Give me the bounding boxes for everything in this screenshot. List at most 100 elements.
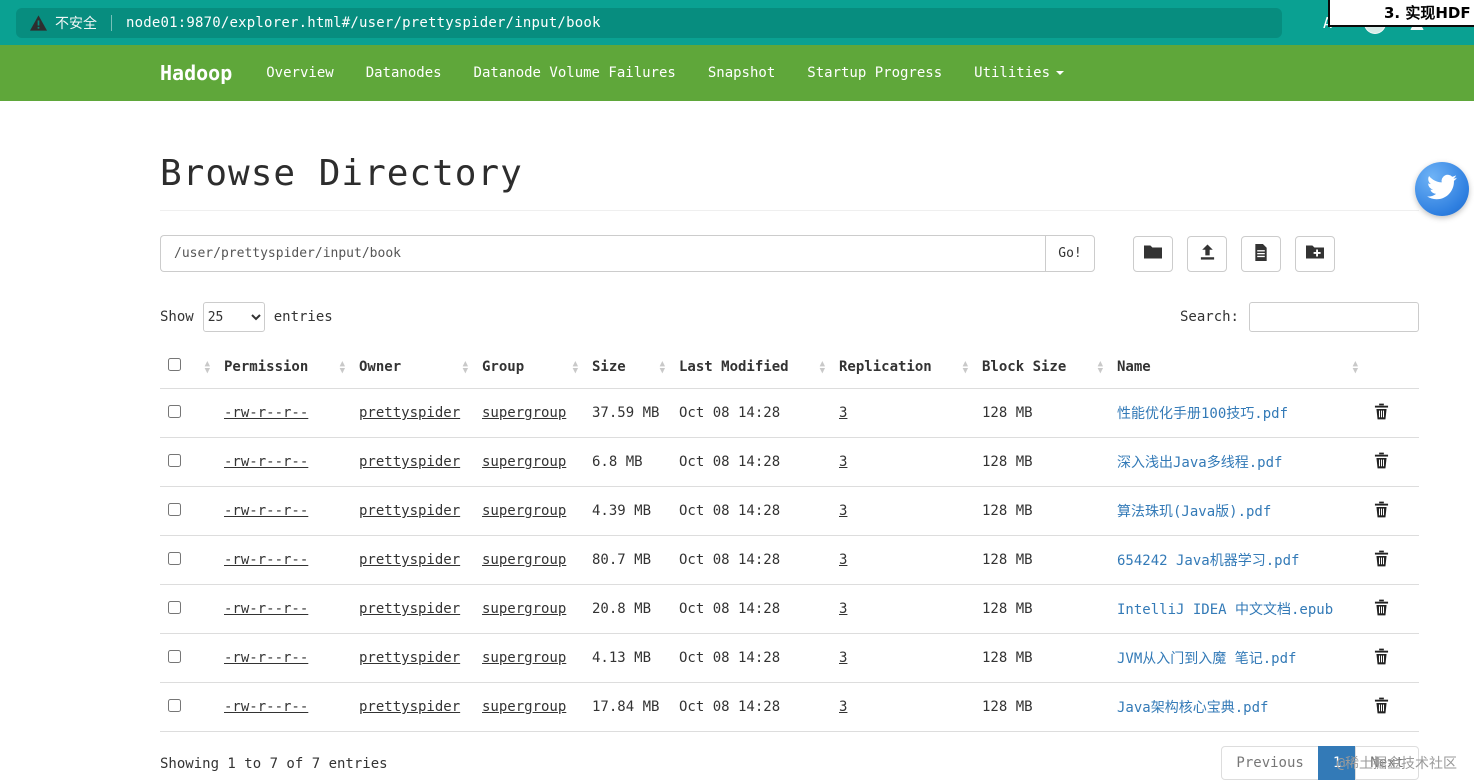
table-row: -rw-r--r-- prettyspider supergroup 6.8 M… [160, 437, 1419, 487]
file-link[interactable]: 性能优化手册100技巧.pdf [1117, 406, 1288, 422]
file-link[interactable]: Java架构核心宝典.pdf [1117, 700, 1268, 716]
group-value[interactable]: supergroup [482, 650, 566, 666]
last-modified-value: Oct 08 14:28 [679, 601, 781, 617]
header-label: Permission [224, 358, 309, 375]
replication-value[interactable]: 3 [839, 650, 847, 666]
replication-value[interactable]: 3 [839, 405, 847, 421]
url-text[interactable]: node01:9870/explorer.html#/user/prettysp… [126, 15, 601, 31]
nav-item-datanode-volume-failures[interactable]: Datanode Volume Failures [458, 65, 692, 81]
size-value: 37.59 MB [592, 405, 660, 421]
group-value[interactable]: supergroup [482, 454, 566, 470]
header-label: Replication [839, 358, 932, 375]
replication-value[interactable]: 3 [839, 699, 847, 715]
group-value[interactable]: supergroup [482, 405, 566, 421]
nav-item-datanodes[interactable]: Datanodes [350, 65, 458, 81]
nav-item-utilities[interactable]: Utilities [958, 65, 1080, 81]
block-size-value: 128 MB [982, 405, 1033, 421]
replication-value[interactable]: 3 [839, 601, 847, 617]
nav-item-snapshot[interactable]: Snapshot [692, 65, 791, 81]
nav-item-overview[interactable]: Overview [250, 65, 349, 81]
file-link[interactable]: IntelliJ IDEA 中文文档.epub [1117, 602, 1333, 618]
go-button[interactable]: Go! [1045, 235, 1095, 272]
delete-file-button[interactable] [1372, 597, 1391, 621]
row-checkbox[interactable] [168, 502, 181, 516]
sort-icon [1353, 361, 1358, 375]
header-last-modified[interactable]: Last Modified [671, 348, 831, 389]
replication-value[interactable]: 3 [839, 503, 847, 519]
overlay-note: 3. 实现HDF [1328, 0, 1474, 27]
row-checkbox[interactable] [168, 600, 181, 614]
directory-path-input[interactable] [160, 235, 1045, 272]
file-button[interactable] [1241, 235, 1281, 272]
security-label[interactable]: 不安全 [55, 13, 97, 33]
last-modified-value: Oct 08 14:28 [679, 454, 781, 470]
sort-icon [463, 361, 468, 375]
chevron-down-icon [1056, 71, 1064, 75]
permission-value[interactable]: -rw-r--r-- [224, 405, 308, 421]
address-bar[interactable]: 不安全 node01:9870/explorer.html#/user/pret… [16, 8, 1282, 38]
permission-value[interactable]: -rw-r--r-- [224, 601, 308, 617]
nav-item-startup-progress[interactable]: Startup Progress [791, 65, 958, 81]
file-table: Permission Owner Group Size Last Modifie… [160, 348, 1419, 732]
replication-value[interactable]: 3 [839, 552, 847, 568]
row-checkbox[interactable] [168, 404, 181, 418]
owner-value[interactable]: prettyspider [359, 699, 460, 715]
permission-value[interactable]: -rw-r--r-- [224, 699, 308, 715]
header-label: Name [1117, 358, 1151, 375]
permission-value[interactable]: -rw-r--r-- [224, 503, 308, 519]
delete-file-button[interactable] [1372, 499, 1391, 523]
select-all-checkbox[interactable] [168, 358, 181, 371]
owner-value[interactable]: prettyspider [359, 503, 460, 519]
group-value[interactable]: supergroup [482, 503, 566, 519]
size-value: 20.8 MB [592, 601, 652, 617]
delete-file-button[interactable] [1372, 548, 1391, 572]
row-checkbox[interactable] [168, 551, 181, 565]
floating-bird-widget[interactable] [1415, 162, 1469, 216]
delete-file-button[interactable] [1372, 401, 1391, 425]
group-value[interactable]: supergroup [482, 601, 566, 617]
row-checkbox[interactable] [168, 649, 181, 663]
entries-summary: Showing 1 to 7 of 7 entries [160, 756, 388, 772]
file-link[interactable]: 深入浅出Java多线程.pdf [1117, 455, 1282, 471]
header-size[interactable]: Size [584, 348, 671, 389]
previous-page-button[interactable]: Previous [1221, 746, 1319, 780]
permission-value[interactable]: -rw-r--r-- [224, 552, 308, 568]
row-checkbox[interactable] [168, 453, 181, 467]
utilities-label: Utilities [974, 65, 1050, 81]
group-value[interactable]: supergroup [482, 552, 566, 568]
navbar-brand[interactable]: Hadoop [160, 61, 232, 85]
header-group[interactable]: Group [474, 348, 584, 389]
upload-button[interactable] [1187, 235, 1227, 272]
owner-value[interactable]: prettyspider [359, 650, 460, 666]
folder-button[interactable] [1133, 235, 1173, 272]
file-link[interactable]: JVM从入门到入魔 笔记.pdf [1117, 651, 1296, 667]
delete-file-button[interactable] [1372, 695, 1391, 719]
replication-value[interactable]: 3 [839, 454, 847, 470]
owner-value[interactable]: prettyspider [359, 601, 460, 617]
header-block-size[interactable]: Block Size [974, 348, 1109, 389]
search-input[interactable] [1249, 302, 1419, 332]
trash-icon [1374, 648, 1389, 668]
owner-value[interactable]: prettyspider [359, 454, 460, 470]
file-link[interactable]: 654242 Java机器学习.pdf [1117, 553, 1299, 569]
select-all-header[interactable] [160, 348, 216, 389]
file-link[interactable]: 算法珠玑(Java版).pdf [1117, 504, 1271, 520]
owner-value[interactable]: prettyspider [359, 405, 460, 421]
page-size-select[interactable]: 25 [202, 302, 265, 332]
delete-file-button[interactable] [1372, 450, 1391, 474]
header-replication[interactable]: Replication [831, 348, 974, 389]
size-value: 6.8 MB [592, 454, 643, 470]
create-directory-button[interactable] [1295, 235, 1335, 272]
sort-icon [820, 361, 825, 375]
header-owner[interactable]: Owner [351, 348, 474, 389]
table-row: -rw-r--r-- prettyspider supergroup 17.84… [160, 682, 1419, 732]
permission-value[interactable]: -rw-r--r-- [224, 454, 308, 470]
header-delete [1364, 348, 1419, 389]
delete-file-button[interactable] [1372, 646, 1391, 670]
owner-value[interactable]: prettyspider [359, 552, 460, 568]
header-name[interactable]: Name [1109, 348, 1364, 389]
header-permission[interactable]: Permission [216, 348, 351, 389]
row-checkbox[interactable] [168, 698, 181, 712]
group-value[interactable]: supergroup [482, 699, 566, 715]
permission-value[interactable]: -rw-r--r-- [224, 650, 308, 666]
